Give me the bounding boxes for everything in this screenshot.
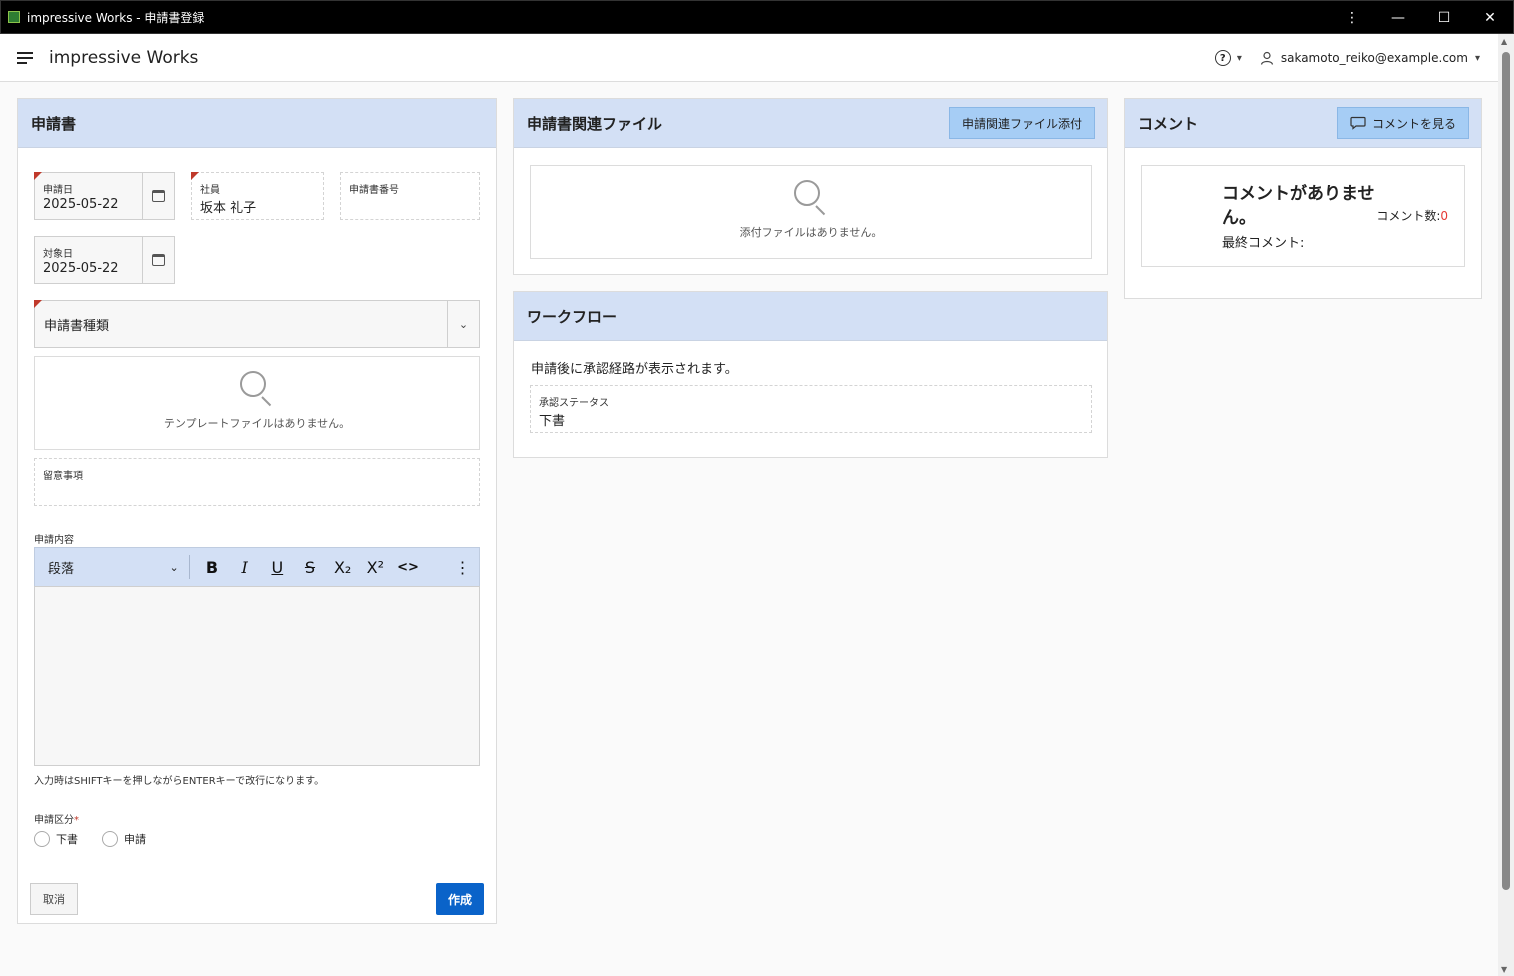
notes-label: 留意事項 bbox=[43, 471, 83, 482]
comment-title: コメント bbox=[1138, 114, 1199, 133]
employee-label: 社員 bbox=[200, 185, 220, 196]
chat-icon bbox=[1350, 116, 1366, 130]
approval-status-field: 承認ステータス 下書 bbox=[530, 385, 1092, 433]
user-icon bbox=[1260, 51, 1273, 65]
workflow-header: ワークフロー bbox=[514, 292, 1107, 341]
apply-date-label: 申請日 bbox=[43, 185, 73, 196]
application-form-title: 申請書 bbox=[31, 114, 77, 133]
vertical-scrollbar[interactable]: ▲ ▼ bbox=[1498, 34, 1514, 976]
chevron-down-icon: ▾ bbox=[1236, 52, 1242, 64]
comment-header: コメント コメントを見る bbox=[1125, 99, 1481, 148]
maximize-button[interactable]: ☐ bbox=[1421, 1, 1467, 35]
category-radio-group: 下書 申請 bbox=[34, 831, 146, 847]
comment-count-label: コメント数: bbox=[1376, 209, 1441, 223]
underline-button[interactable]: U bbox=[261, 558, 294, 577]
approval-status-label: 承認ステータス bbox=[539, 398, 609, 409]
no-comments-line-1: コメントがありませ bbox=[1222, 184, 1375, 204]
comment-count: コメント数:0 bbox=[1376, 207, 1448, 224]
calendar-icon[interactable] bbox=[142, 173, 174, 219]
scroll-down-icon[interactable]: ▼ bbox=[1501, 965, 1507, 974]
user-menu[interactable]: sakamoto_reiko@example.com ▾ bbox=[1260, 51, 1480, 65]
paragraph-style-label: 段落 bbox=[48, 561, 75, 577]
app-header: impressive Works ? ▾ sakamoto_reiko@exam… bbox=[0, 34, 1498, 82]
template-empty-message: テンプレートファイルはありません。 bbox=[163, 417, 351, 430]
workflow-panel: ワークフロー 申請後に承認経路が表示されます。 承認ステータス 下書 bbox=[513, 291, 1108, 458]
editor-hint: 入力時はSHIFTキーを押しながらENTERキーで改行になります。 bbox=[34, 776, 325, 787]
workflow-message: 申請後に承認経路が表示されます。 bbox=[531, 362, 738, 377]
category-draft-label[interactable]: 下書 bbox=[56, 831, 78, 847]
application-form-header: 申請書 bbox=[18, 99, 496, 148]
comment-panel: コメント コメントを見る コメントがありませ ん。 最終コメント: コメント数:… bbox=[1124, 98, 1482, 299]
approval-status-value: 下書 bbox=[539, 414, 566, 429]
close-button[interactable]: ✕ bbox=[1467, 1, 1513, 35]
template-file-area: テンプレートファイルはありません。 bbox=[34, 356, 480, 450]
apply-date-field[interactable]: 申請日 2025-05-22 bbox=[34, 172, 175, 220]
category-label: 申請区分* bbox=[34, 811, 79, 826]
no-comments-line-2: ん。 bbox=[1222, 208, 1256, 228]
required-mark: * bbox=[74, 815, 79, 826]
scroll-up-icon[interactable]: ▲ bbox=[1501, 37, 1507, 46]
content-editor[interactable] bbox=[34, 586, 480, 766]
cancel-button[interactable]: 取消 bbox=[30, 883, 78, 915]
bold-button[interactable]: B bbox=[196, 558, 229, 577]
view-comments-label: コメントを見る bbox=[1371, 116, 1456, 131]
create-button[interactable]: 作成 bbox=[436, 883, 484, 915]
notes-field: 留意事項 bbox=[34, 458, 480, 506]
superscript-button[interactable]: X² bbox=[359, 558, 392, 577]
app-name: impressive Works bbox=[49, 47, 199, 68]
subscript-button[interactable]: X₂ bbox=[326, 558, 359, 577]
apply-date-value[interactable]: 2025-05-22 bbox=[43, 197, 119, 212]
view-comments-button[interactable]: コメントを見る bbox=[1336, 107, 1469, 139]
attach-file-button[interactable]: 申請関連ファイル添付 bbox=[948, 107, 1095, 139]
window-titlebar: impressive Works - 申請書登録 ⋮ — ☐ ✕ bbox=[0, 0, 1514, 34]
category-apply-radio[interactable] bbox=[102, 831, 118, 847]
editor-toolbar: 段落 ⌄ B I U S X₂ X² <> ⋮ bbox=[34, 547, 480, 587]
form-type-select[interactable]: 申請書種類 ⌄ bbox=[34, 300, 480, 348]
target-date-label: 対象日 bbox=[43, 249, 73, 260]
help-menu[interactable]: ? ▾ bbox=[1214, 50, 1242, 66]
search-icon bbox=[240, 371, 274, 407]
comment-count-value: 0 bbox=[1440, 209, 1448, 223]
workflow-title: ワークフロー bbox=[527, 307, 618, 326]
category-draft-radio[interactable] bbox=[34, 831, 50, 847]
category-label-text: 申請区分 bbox=[34, 815, 74, 826]
app-icon bbox=[8, 11, 20, 23]
attached-files-area: 添付ファイルはありません。 bbox=[530, 165, 1092, 259]
comment-summary-card: コメントがありませ ん。 最終コメント: コメント数:0 bbox=[1141, 165, 1465, 267]
related-files-header: 申請書関連ファイル 申請関連ファイル添付 bbox=[514, 99, 1107, 148]
form-number-field: 申請書番号 bbox=[340, 172, 480, 220]
scrollbar-thumb[interactable] bbox=[1502, 52, 1510, 890]
search-icon bbox=[794, 180, 828, 216]
content-label: 申請内容 bbox=[34, 535, 74, 546]
employee-field: 社員 坂本 礼子 bbox=[191, 172, 324, 220]
target-date-value[interactable]: 2025-05-22 bbox=[43, 261, 119, 276]
last-comment-label: 最終コメント: bbox=[1222, 236, 1305, 251]
no-comments-message: コメントがありませ ん。 bbox=[1222, 182, 1375, 230]
calendar-icon[interactable] bbox=[142, 237, 174, 283]
form-type-placeholder: 申請書種類 bbox=[44, 319, 110, 334]
category-apply-label[interactable]: 申請 bbox=[124, 831, 146, 847]
minimize-button[interactable]: — bbox=[1375, 1, 1421, 35]
application-form-panel: 申請書 申請日 2025-05-22 社員 坂本 礼子 申請書番号 対象日 20… bbox=[17, 98, 497, 924]
paragraph-style-select[interactable]: 段落 ⌄ bbox=[48, 558, 179, 577]
window-title: impressive Works - 申請書登録 bbox=[27, 10, 205, 25]
chevron-down-icon: ⌄ bbox=[169, 560, 179, 574]
related-files-panel: 申請書関連ファイル 申請関連ファイル添付 添付ファイルはありません。 bbox=[513, 98, 1108, 275]
help-icon: ? bbox=[1214, 50, 1231, 66]
form-number-label: 申請書番号 bbox=[349, 185, 399, 196]
related-files-title: 申請書関連ファイル bbox=[527, 114, 663, 133]
toolbar-divider bbox=[188, 555, 190, 579]
chevron-down-icon[interactable]: ⌄ bbox=[447, 301, 479, 347]
files-empty-message: 添付ファイルはありません。 bbox=[739, 226, 883, 239]
more-options-button[interactable]: ⋮ bbox=[446, 558, 479, 577]
employee-value: 坂本 礼子 bbox=[200, 201, 257, 216]
user-email: sakamoto_reiko@example.com bbox=[1280, 51, 1468, 65]
strikethrough-button[interactable]: S bbox=[294, 558, 327, 577]
target-date-field[interactable]: 対象日 2025-05-22 bbox=[34, 236, 175, 284]
window-menu-button[interactable]: ⋮ bbox=[1329, 1, 1375, 35]
code-button[interactable]: <> bbox=[392, 560, 425, 575]
chevron-down-icon: ▾ bbox=[1474, 52, 1480, 64]
menu-icon[interactable] bbox=[17, 51, 33, 64]
italic-button[interactable]: I bbox=[228, 558, 261, 577]
